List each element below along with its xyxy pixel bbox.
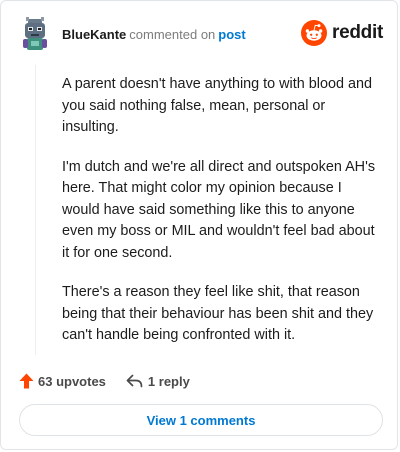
comment-paragraph: A parent doesn't have anything to with b…: [62, 76, 372, 135]
thread-line: [35, 65, 36, 355]
reddit-logo[interactable]: reddit: [301, 19, 383, 47]
reply-count: 1 reply: [147, 373, 190, 389]
reply-arrow-icon: [126, 374, 143, 388]
comment-embed-card: BlueKante commented on post reddit A paren…: [0, 0, 398, 450]
comment-actions: 63 upvotes 1 reply: [19, 370, 190, 392]
byline: BlueKante commented on post: [62, 27, 246, 42]
reply-button[interactable]: 1 reply: [126, 374, 190, 389]
reddit-wordmark: reddit: [332, 22, 383, 43]
reddit-snoo-icon: [301, 20, 328, 46]
comment-paragraph: There's a reason they feel like shit, th…: [62, 284, 374, 343]
commented-on-text: commented on: [129, 27, 216, 42]
comment-header: BlueKante commented on post reddit: [19, 16, 383, 52]
username-link[interactable]: BlueKante: [62, 27, 126, 42]
view-comments-button[interactable]: View 1 comments: [19, 404, 383, 436]
upvote-count: 63 upvotes: [38, 373, 106, 389]
upvote-button[interactable]: 63 upvotes: [19, 373, 106, 389]
comment-body: A parent doesn't have anything to with b…: [62, 74, 380, 365]
upvote-arrow-icon: [19, 373, 34, 389]
comment-paragraph: I'm dutch and we're all direct and outsp…: [62, 158, 376, 261]
avatar-icon: [23, 17, 47, 50]
avatar[interactable]: [19, 16, 51, 52]
post-link[interactable]: post: [218, 27, 245, 42]
